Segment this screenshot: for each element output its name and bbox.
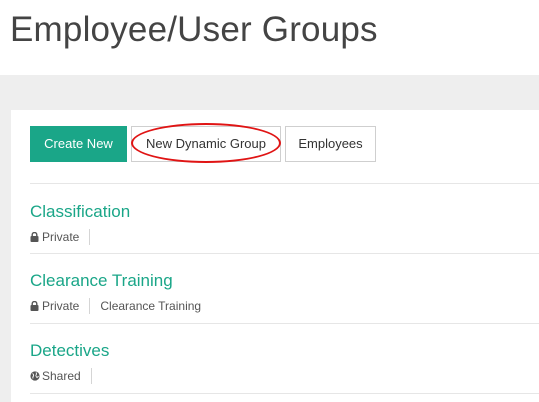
group-name-link[interactable]: Classification	[30, 202, 130, 222]
page-title: Employee/User Groups	[10, 10, 378, 49]
divider	[30, 393, 539, 394]
group-name-link[interactable]: Detectives	[30, 341, 109, 361]
meta-separator	[89, 298, 91, 314]
lock-icon	[30, 301, 39, 311]
meta-separator	[90, 368, 92, 384]
divider	[30, 253, 539, 254]
visibility-label: Private	[42, 230, 80, 244]
group-meta: Private Clearance Training	[30, 297, 201, 315]
divider	[30, 183, 539, 184]
employees-button[interactable]: Employees	[285, 126, 376, 162]
groups-panel: Create New New Dynamic Group Employees C…	[11, 110, 539, 402]
group-name-link[interactable]: Clearance Training	[30, 271, 173, 291]
list-item: Detectives Shared	[30, 341, 539, 401]
visibility-label: Shared	[42, 369, 81, 383]
create-new-button[interactable]: Create New	[30, 126, 127, 162]
visibility-label: Private	[42, 299, 80, 313]
group-meta: Shared	[30, 367, 102, 385]
meta-separator	[89, 229, 91, 245]
divider	[30, 323, 539, 324]
globe-icon	[30, 371, 40, 381]
group-meta: Private	[30, 228, 100, 246]
new-dynamic-group-button[interactable]: New Dynamic Group	[131, 126, 281, 162]
list-item: Clearance Training Private Clearance Tra…	[30, 271, 539, 331]
group-tag: Clearance Training	[100, 299, 202, 313]
lock-icon	[30, 232, 39, 242]
